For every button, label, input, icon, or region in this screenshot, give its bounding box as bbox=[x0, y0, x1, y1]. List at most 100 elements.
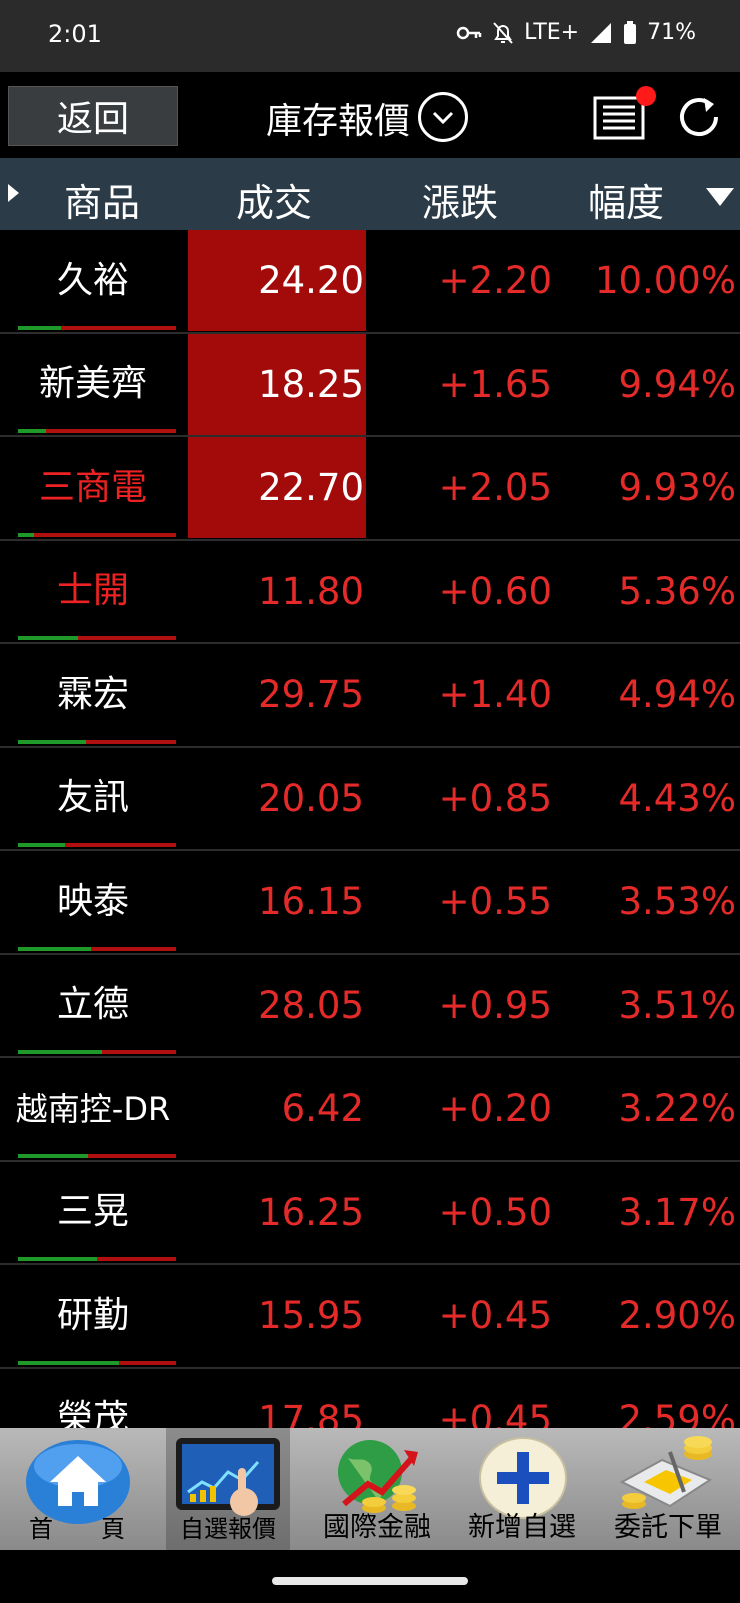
price-cell: 16.25 bbox=[258, 1190, 364, 1234]
chevron-down-icon bbox=[432, 111, 454, 125]
change-cell: +0.50 bbox=[438, 1190, 552, 1234]
percent-cell: 4.94% bbox=[618, 673, 736, 717]
header-percent[interactable]: 幅度 bbox=[588, 172, 664, 227]
price-cell: 20.05 bbox=[258, 776, 364, 820]
volume-ratio-green bbox=[18, 739, 86, 744]
change-cell: +1.65 bbox=[438, 362, 552, 406]
change-cell: +0.95 bbox=[438, 983, 552, 1027]
product-name[interactable]: 三商電 bbox=[0, 437, 186, 539]
volume-ratio-bar bbox=[18, 429, 176, 433]
percent-cell: 10.00% bbox=[594, 259, 736, 303]
toolbar-order-label: 委託下單 bbox=[614, 1512, 722, 1543]
toolbar-order[interactable]: 委託下單 bbox=[598, 1428, 738, 1550]
percent-cell: 3.53% bbox=[618, 880, 736, 924]
toolbar-home[interactable]: 首 頁 bbox=[12, 1428, 142, 1550]
battery-percent: 71% bbox=[647, 20, 696, 45]
column-header: 商品 成交 漲跌 幅度 bbox=[0, 158, 740, 230]
product-name[interactable]: 友訊 bbox=[0, 748, 186, 850]
product-name[interactable]: 霖宏 bbox=[0, 644, 186, 746]
volume-ratio-bar bbox=[18, 532, 176, 537]
page-title[interactable]: 庫存報價 bbox=[266, 92, 410, 144]
volume-ratio-green bbox=[18, 946, 91, 951]
volume-ratio-bar bbox=[18, 946, 176, 951]
percent-cell: 3.17% bbox=[618, 1190, 736, 1234]
table-row[interactable]: 霖宏 29.75 +1.40 4.94% bbox=[0, 644, 740, 748]
product-name[interactable]: 立德 bbox=[0, 955, 186, 1057]
header-price[interactable]: 成交 bbox=[236, 172, 312, 227]
table-row[interactable]: 映泰 16.15 +0.55 3.53% bbox=[0, 851, 740, 955]
product-name[interactable]: 映泰 bbox=[0, 851, 186, 953]
volume-ratio-green bbox=[18, 843, 66, 847]
percent-cell: 3.22% bbox=[618, 1087, 736, 1131]
product-name[interactable]: 士開 bbox=[0, 541, 186, 643]
volume-ratio-bar bbox=[18, 1050, 176, 1054]
vpn-key-icon bbox=[456, 26, 482, 39]
percent-cell: 3.51% bbox=[618, 983, 736, 1027]
table-row[interactable]: 研勤 15.95 +0.45 2.90% bbox=[0, 1265, 740, 1369]
volume-ratio-green bbox=[18, 1360, 120, 1365]
home-gesture-bar[interactable] bbox=[272, 1577, 468, 1585]
back-button[interactable]: 返回 bbox=[8, 86, 178, 146]
volume-ratio-bar bbox=[18, 739, 176, 744]
table-row[interactable]: 越南控-DR 6.42 +0.20 3.22% bbox=[0, 1058, 740, 1162]
volume-ratio-bar bbox=[18, 636, 176, 640]
change-cell: +0.20 bbox=[438, 1087, 552, 1131]
product-name[interactable]: 新美齊 bbox=[0, 334, 186, 436]
toolbar-add-watchlist-label: 新增自選 bbox=[468, 1512, 576, 1543]
product-name[interactable]: 越南控-DR bbox=[0, 1058, 186, 1160]
change-cell: +2.05 bbox=[438, 466, 552, 510]
price-cell: 29.75 bbox=[258, 673, 364, 716]
table-row[interactable]: 榮茂 17.85 +0.45 2.59% bbox=[0, 1369, 740, 1429]
volume-ratio-bar bbox=[18, 843, 176, 847]
volume-ratio-green bbox=[18, 1257, 97, 1261]
change-cell: +2.20 bbox=[438, 259, 552, 303]
expand-arrow-icon[interactable] bbox=[8, 184, 19, 202]
percent-cell: 9.93% bbox=[618, 466, 736, 510]
network-type: LTE+ bbox=[524, 20, 580, 45]
status-time: 2:01 bbox=[48, 20, 102, 48]
volume-ratio-green bbox=[18, 429, 47, 433]
table-row[interactable]: 久裕 24.20 +2.20 10.00% bbox=[0, 230, 740, 334]
table-row[interactable]: 新美齊 18.25 +1.65 9.94% bbox=[0, 333, 740, 437]
product-name[interactable]: 榮茂 bbox=[0, 1369, 186, 1428]
toolbar-watchlist[interactable]: 自選報價 bbox=[166, 1428, 290, 1550]
refresh-icon[interactable] bbox=[672, 90, 726, 144]
volume-ratio-green bbox=[18, 1153, 88, 1158]
table-row[interactable]: 友訊 20.05 +0.85 4.43% bbox=[0, 748, 740, 851]
table-row[interactable]: 三晃 16.25 +0.50 3.17% bbox=[0, 1162, 740, 1265]
header-product[interactable]: 商品 bbox=[64, 172, 140, 227]
toolbar-add-watchlist[interactable]: 新增自選 bbox=[452, 1428, 592, 1550]
bottom-toolbar: 首 頁 自選報價 國際金融 新增自選 委託下單 bbox=[0, 1428, 740, 1550]
volume-ratio-bar bbox=[18, 1360, 176, 1365]
price-cell: 16.15 bbox=[258, 880, 364, 923]
change-cell: +0.60 bbox=[438, 569, 552, 613]
product-name[interactable]: 久裕 bbox=[0, 230, 186, 332]
change-cell: +0.85 bbox=[438, 776, 552, 820]
price-cell: 18.25 bbox=[188, 333, 366, 435]
volume-ratio-bar bbox=[18, 1153, 176, 1158]
table-row[interactable]: 士開 11.80 +0.60 5.36% bbox=[0, 541, 740, 644]
sort-desc-icon[interactable] bbox=[706, 188, 734, 206]
change-cell: +1.40 bbox=[438, 673, 552, 717]
table-row[interactable]: 立德 28.05 +0.95 3.51% bbox=[0, 955, 740, 1058]
price-cell: 11.80 bbox=[258, 569, 364, 613]
toolbar-international-label: 國際金融 bbox=[323, 1512, 431, 1543]
price-cell: 24.20 bbox=[188, 230, 366, 331]
battery-icon bbox=[624, 20, 637, 44]
volume-ratio-bar bbox=[18, 1257, 176, 1261]
volume-ratio-bar bbox=[18, 325, 176, 330]
percent-cell: 9.94% bbox=[618, 362, 736, 406]
signal-icon bbox=[591, 22, 612, 43]
quote-list[interactable]: 久裕 24.20 +2.20 10.00% 新美齊 18.25 +1.65 9.94% 三商電 2… bbox=[0, 230, 740, 1428]
volume-ratio-green bbox=[18, 1050, 102, 1054]
percent-cell: 4.43% bbox=[618, 776, 736, 820]
change-cell: +0.45 bbox=[438, 1397, 552, 1428]
title-dropdown-button[interactable] bbox=[418, 92, 468, 142]
table-row[interactable]: 三商電 22.70 +2.05 9.93% bbox=[0, 437, 740, 541]
header-change[interactable]: 漲跌 bbox=[422, 172, 498, 227]
product-name[interactable]: 三晃 bbox=[0, 1162, 186, 1264]
product-name[interactable]: 研勤 bbox=[0, 1265, 186, 1367]
percent-cell: 2.90% bbox=[618, 1294, 736, 1338]
notification-dot bbox=[636, 86, 656, 106]
toolbar-international[interactable]: 國際金融 bbox=[312, 1428, 442, 1550]
